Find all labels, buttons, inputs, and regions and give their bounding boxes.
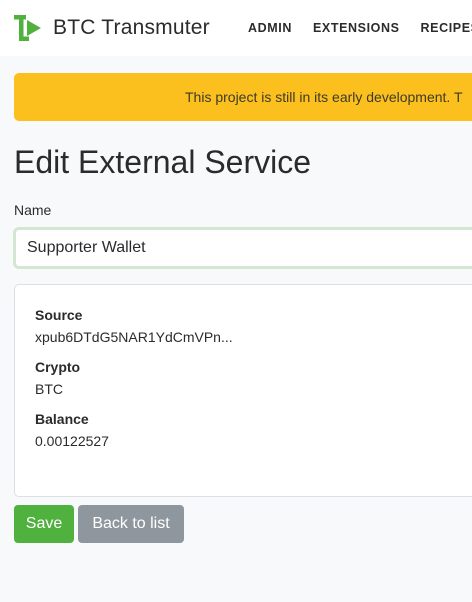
source-label: Source [35,307,83,323]
crypto-value: BTC [35,381,63,397]
nav-item-admin[interactable]: ADMIN [248,21,292,35]
source-value: xpub6DTdG5NAR1YdCmVPn... [35,329,233,345]
page-title: Edit External Service [14,144,312,180]
balance-value: 0.00122527 [35,433,109,449]
save-button[interactable]: Save [14,505,74,543]
name-field-label: Name [14,202,52,218]
nav-item-extensions[interactable]: EXTENSIONS [313,21,400,35]
balance-label: Balance [35,411,89,427]
top-navbar: BTC Transmuter ADMIN EXTENSIONS RECIPES [0,0,472,56]
back-to-list-button[interactable]: Back to list [78,505,184,543]
name-input[interactable] [13,227,472,269]
brand-link[interactable]: BTC Transmuter [14,14,210,42]
banner-text: This project is still in its early devel… [185,89,463,105]
nav-item-recipes[interactable]: RECIPES [421,21,472,35]
service-details-card: Source xpub6DTdG5NAR1YdCmVPn... Crypto B… [14,284,472,497]
transmuter-logo-icon [14,15,41,41]
development-warning-banner: This project is still in its early devel… [14,73,472,121]
crypto-label: Crypto [35,359,81,375]
app-name: BTC Transmuter [53,16,210,39]
main-nav: ADMIN EXTENSIONS RECIPES [248,21,472,35]
